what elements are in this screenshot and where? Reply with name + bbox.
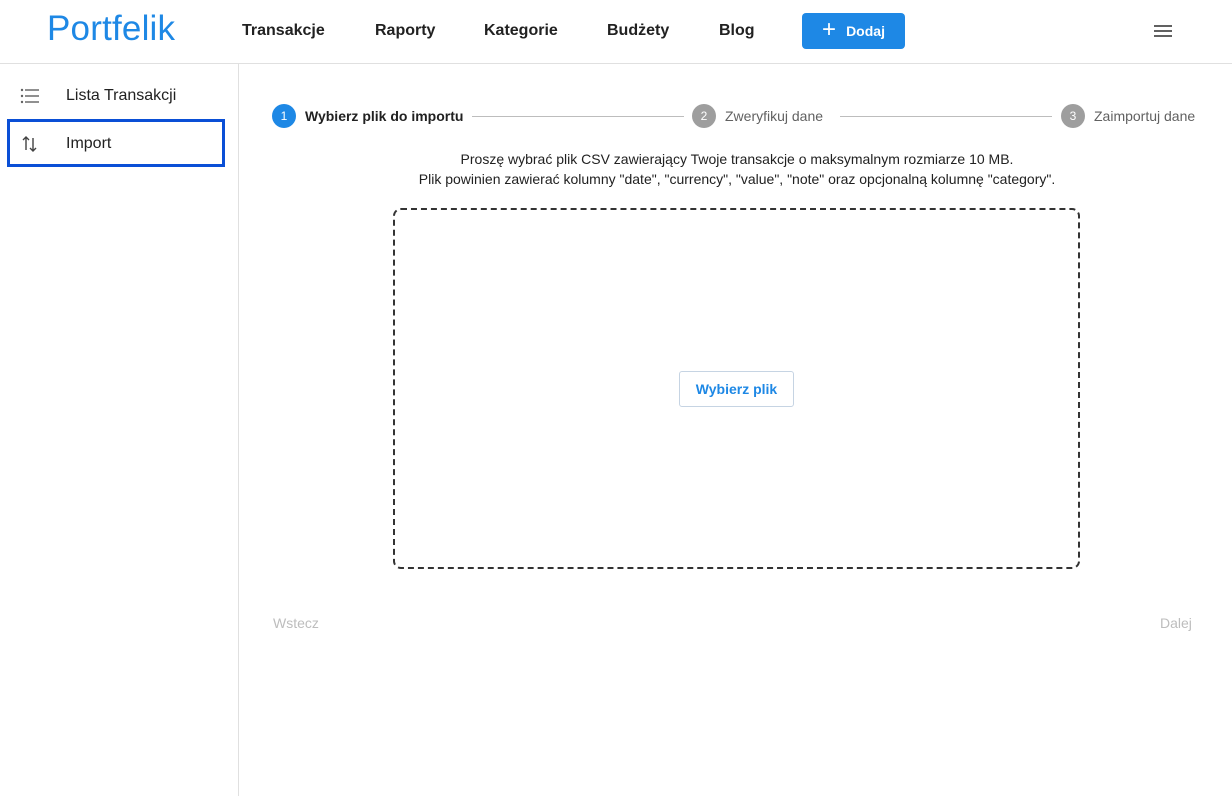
step-1: 1 Wybierz plik do importu <box>272 104 463 128</box>
top-app-bar: Portfelik Transakcje Raporty Kategorie B… <box>0 0 1232 64</box>
import-stepper: 1 Wybierz plik do importu 2 Zweryfikuj d… <box>272 104 1202 128</box>
sidebar: Lista Transakcji Import <box>0 64 239 796</box>
plus-icon: + <box>822 15 837 43</box>
nav-transakcje[interactable]: Transakcje <box>242 22 325 40</box>
hamburger-menu-icon[interactable] <box>1154 25 1172 38</box>
step-number: 3 <box>1061 104 1085 128</box>
sidebar-item-lista-transakcji[interactable]: Lista Transakcji <box>0 72 238 120</box>
step-connector <box>840 116 1052 117</box>
instructions-line-1: Proszę wybrać plik CSV zawierający Twoje… <box>460 151 1014 167</box>
sidebar-item-label: Import <box>66 135 112 152</box>
choose-file-button[interactable]: Wybierz plik <box>679 371 794 407</box>
step-label: Wybierz plik do importu <box>305 108 464 124</box>
step-connector <box>472 116 684 117</box>
sidebar-item-import[interactable]: Import <box>0 120 238 168</box>
instructions-line-2: Plik powinien zawierać kolumny "date", "… <box>418 171 1056 187</box>
step-label: Zaimportuj dane <box>1094 108 1196 124</box>
step-3: 3 Zaimportuj dane <box>1061 104 1195 128</box>
nav-blog[interactable]: Blog <box>719 22 755 40</box>
nav-kategorie[interactable]: Kategorie <box>484 22 558 40</box>
back-button[interactable]: Wstecz <box>273 615 319 631</box>
list-icon <box>20 86 40 106</box>
add-button[interactable]: + Dodaj <box>802 13 905 49</box>
step-number: 1 <box>272 104 296 128</box>
next-button[interactable]: Dalej <box>1160 615 1192 631</box>
step-2: 2 Zweryfikuj dane <box>692 104 823 128</box>
nav-budzety[interactable]: Budżety <box>607 22 669 40</box>
add-button-label: Dodaj <box>846 23 885 39</box>
sidebar-item-label: Lista Transakcji <box>66 87 177 104</box>
step-label: Zweryfikuj dane <box>725 108 824 124</box>
app-logo[interactable]: Portfelik <box>47 9 175 49</box>
nav-raporty[interactable]: Raporty <box>375 22 435 40</box>
step-number: 2 <box>692 104 716 128</box>
swap-vertical-icon <box>20 134 40 154</box>
